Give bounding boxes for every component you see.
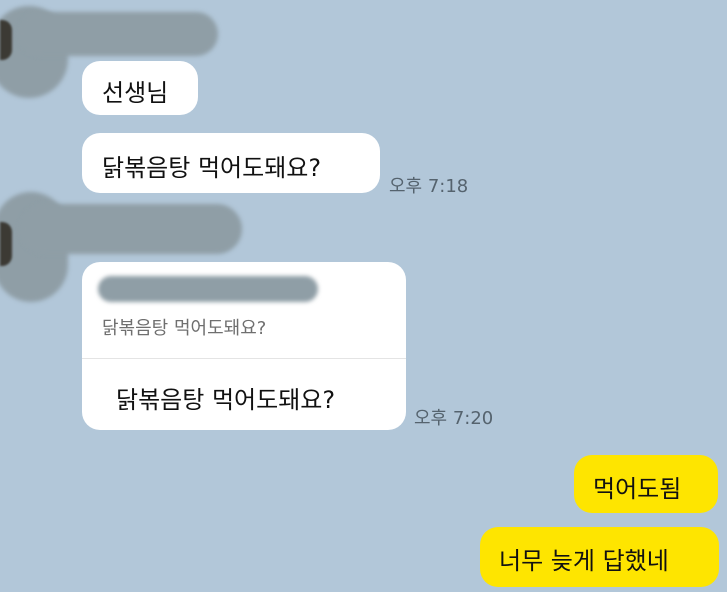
redacted-sender-name: [18, 12, 218, 56]
message-text: 선생님: [102, 79, 169, 107]
outgoing-message-bubble[interactable]: 먹어도됨: [574, 455, 718, 513]
avatar-edge: [0, 222, 12, 266]
message-timestamp: 오후 7:20: [414, 408, 494, 429]
message-timestamp: 오후 7:18: [389, 176, 469, 197]
message-text: 닭볶음탕 먹어도돼요?: [116, 386, 336, 414]
message-text: 먹어도됨: [593, 475, 682, 503]
incoming-message-bubble[interactable]: 선생님: [82, 61, 198, 115]
chat-room: 선생님 닭볶음탕 먹어도돼요? 오후 7:18 닭볶음탕 먹어도돼요? 닭볶음탕…: [0, 0, 727, 592]
incoming-message-bubble[interactable]: 닭볶음탕 먹어도돼요?: [82, 133, 380, 193]
message-text: 닭볶음탕 먹어도돼요?: [102, 154, 322, 182]
reply-divider: [82, 358, 406, 359]
outgoing-message-bubble[interactable]: 너무 늦게 답했네: [480, 527, 719, 587]
redacted-reply-target-name: [98, 276, 318, 302]
quoted-message-text[interactable]: 닭볶음탕 먹어도돼요?: [102, 314, 266, 340]
message-text: 너무 늦게 답했네: [499, 547, 669, 575]
avatar-edge: [0, 20, 12, 60]
reply-message-bubble[interactable]: 닭볶음탕 먹어도돼요? 닭볶음탕 먹어도돼요?: [82, 262, 406, 430]
redacted-sender-name: [20, 204, 242, 254]
